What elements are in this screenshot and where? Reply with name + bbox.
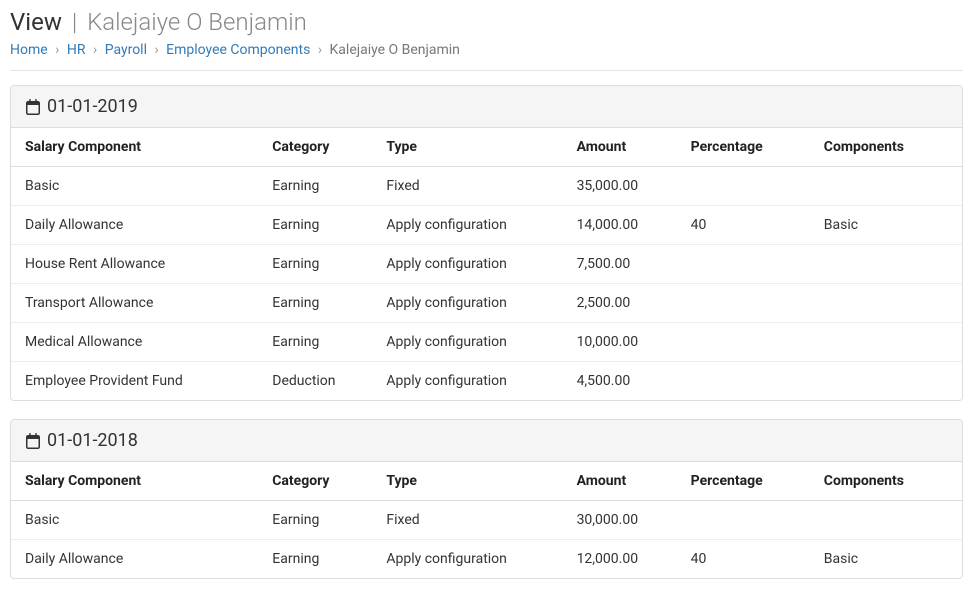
period-panel: 01-01-2019 Salary Component Category Typ… [10,85,963,401]
calendar-icon [25,99,41,115]
page-title: View | Kalejaiye O Benjamin [10,8,963,36]
cell-components [810,284,962,323]
table-row: House Rent Allowance Earning Apply confi… [11,245,962,284]
table-row: Basic Earning Fixed 30,000.00 [11,501,962,540]
cell-category: Earning [258,245,372,284]
cell-percentage [677,284,810,323]
divider [10,70,963,71]
cell-salary-component: Basic [11,501,258,540]
breadcrumb-sep: › [318,42,322,58]
col-components: Components [810,462,962,501]
cell-percentage: 40 [677,540,810,579]
cell-percentage [677,323,810,362]
table-header-row: Salary Component Category Type Amount Pe… [11,128,962,167]
cell-type: Apply configuration [372,206,562,245]
table-row: Daily Allowance Earning Apply configurat… [11,206,962,245]
cell-amount: 4,500.00 [563,362,677,401]
cell-salary-component: Daily Allowance [11,540,258,579]
col-percentage: Percentage [677,128,810,167]
cell-components [810,501,962,540]
col-amount: Amount [563,128,677,167]
cell-salary-component: Employee Provident Fund [11,362,258,401]
cell-type: Fixed [372,501,562,540]
cell-amount: 35,000.00 [563,167,677,206]
breadcrumb-current: Kalejaiye O Benjamin [330,42,460,58]
panel-heading: 01-01-2019 [11,86,962,128]
breadcrumb-home[interactable]: Home [10,42,48,58]
col-category: Category [258,128,372,167]
cell-components [810,167,962,206]
col-percentage: Percentage [677,462,810,501]
cell-percentage [677,167,810,206]
col-salary-component: Salary Component [11,128,258,167]
title-subtitle: Kalejaiye O Benjamin [87,8,307,36]
cell-components [810,362,962,401]
cell-salary-component: Daily Allowance [11,206,258,245]
cell-components [810,323,962,362]
title-label: View [10,8,62,36]
title-separator: | [72,8,77,36]
cell-percentage [677,362,810,401]
cell-type: Fixed [372,167,562,206]
col-amount: Amount [563,462,677,501]
col-type: Type [372,128,562,167]
period-date: 01-01-2019 [47,96,138,117]
breadcrumb-employee-components[interactable]: Employee Components [166,42,310,58]
cell-category: Earning [258,323,372,362]
cell-amount: 10,000.00 [563,323,677,362]
cell-salary-component: Medical Allowance [11,323,258,362]
cell-components [810,245,962,284]
cell-type: Apply configuration [372,362,562,401]
cell-category: Earning [258,167,372,206]
col-type: Type [372,462,562,501]
cell-components: Basic [810,540,962,579]
breadcrumb-hr[interactable]: HR [67,42,86,58]
page-header: View | Kalejaiye O Benjamin [10,8,963,36]
salary-components-table: Salary Component Category Type Amount Pe… [11,128,962,400]
breadcrumb-sep: › [55,42,59,58]
panel-heading: 01-01-2018 [11,420,962,462]
cell-amount: 30,000.00 [563,501,677,540]
cell-type: Apply configuration [372,245,562,284]
col-salary-component: Salary Component [11,462,258,501]
cell-amount: 7,500.00 [563,245,677,284]
table-row: Daily Allowance Earning Apply configurat… [11,540,962,579]
cell-percentage [677,501,810,540]
cell-percentage: 40 [677,206,810,245]
breadcrumb-payroll[interactable]: Payroll [105,42,147,58]
table-header-row: Salary Component Category Type Amount Pe… [11,462,962,501]
cell-percentage [677,245,810,284]
table-row: Medical Allowance Earning Apply configur… [11,323,962,362]
cell-amount: 12,000.00 [563,540,677,579]
table-row: Transport Allowance Earning Apply config… [11,284,962,323]
cell-salary-component: House Rent Allowance [11,245,258,284]
breadcrumb-sep: › [154,42,158,58]
col-components: Components [810,128,962,167]
cell-category: Earning [258,206,372,245]
calendar-icon [25,433,41,449]
cell-salary-component: Transport Allowance [11,284,258,323]
cell-category: Earning [258,501,372,540]
table-row: Employee Provident Fund Deduction Apply … [11,362,962,401]
cell-type: Apply configuration [372,540,562,579]
salary-components-table: Salary Component Category Type Amount Pe… [11,462,962,578]
cell-amount: 2,500.00 [563,284,677,323]
cell-category: Earning [258,284,372,323]
col-category: Category [258,462,372,501]
cell-components: Basic [810,206,962,245]
cell-type: Apply configuration [372,323,562,362]
period-date: 01-01-2018 [47,430,138,451]
cell-salary-component: Basic [11,167,258,206]
period-panel: 01-01-2018 Salary Component Category Typ… [10,419,963,579]
cell-type: Apply configuration [372,284,562,323]
breadcrumb: Home › HR › Payroll › Employee Component… [10,42,963,58]
cell-category: Earning [258,540,372,579]
table-row: Basic Earning Fixed 35,000.00 [11,167,962,206]
cell-amount: 14,000.00 [563,206,677,245]
breadcrumb-sep: › [93,42,97,58]
cell-category: Deduction [258,362,372,401]
